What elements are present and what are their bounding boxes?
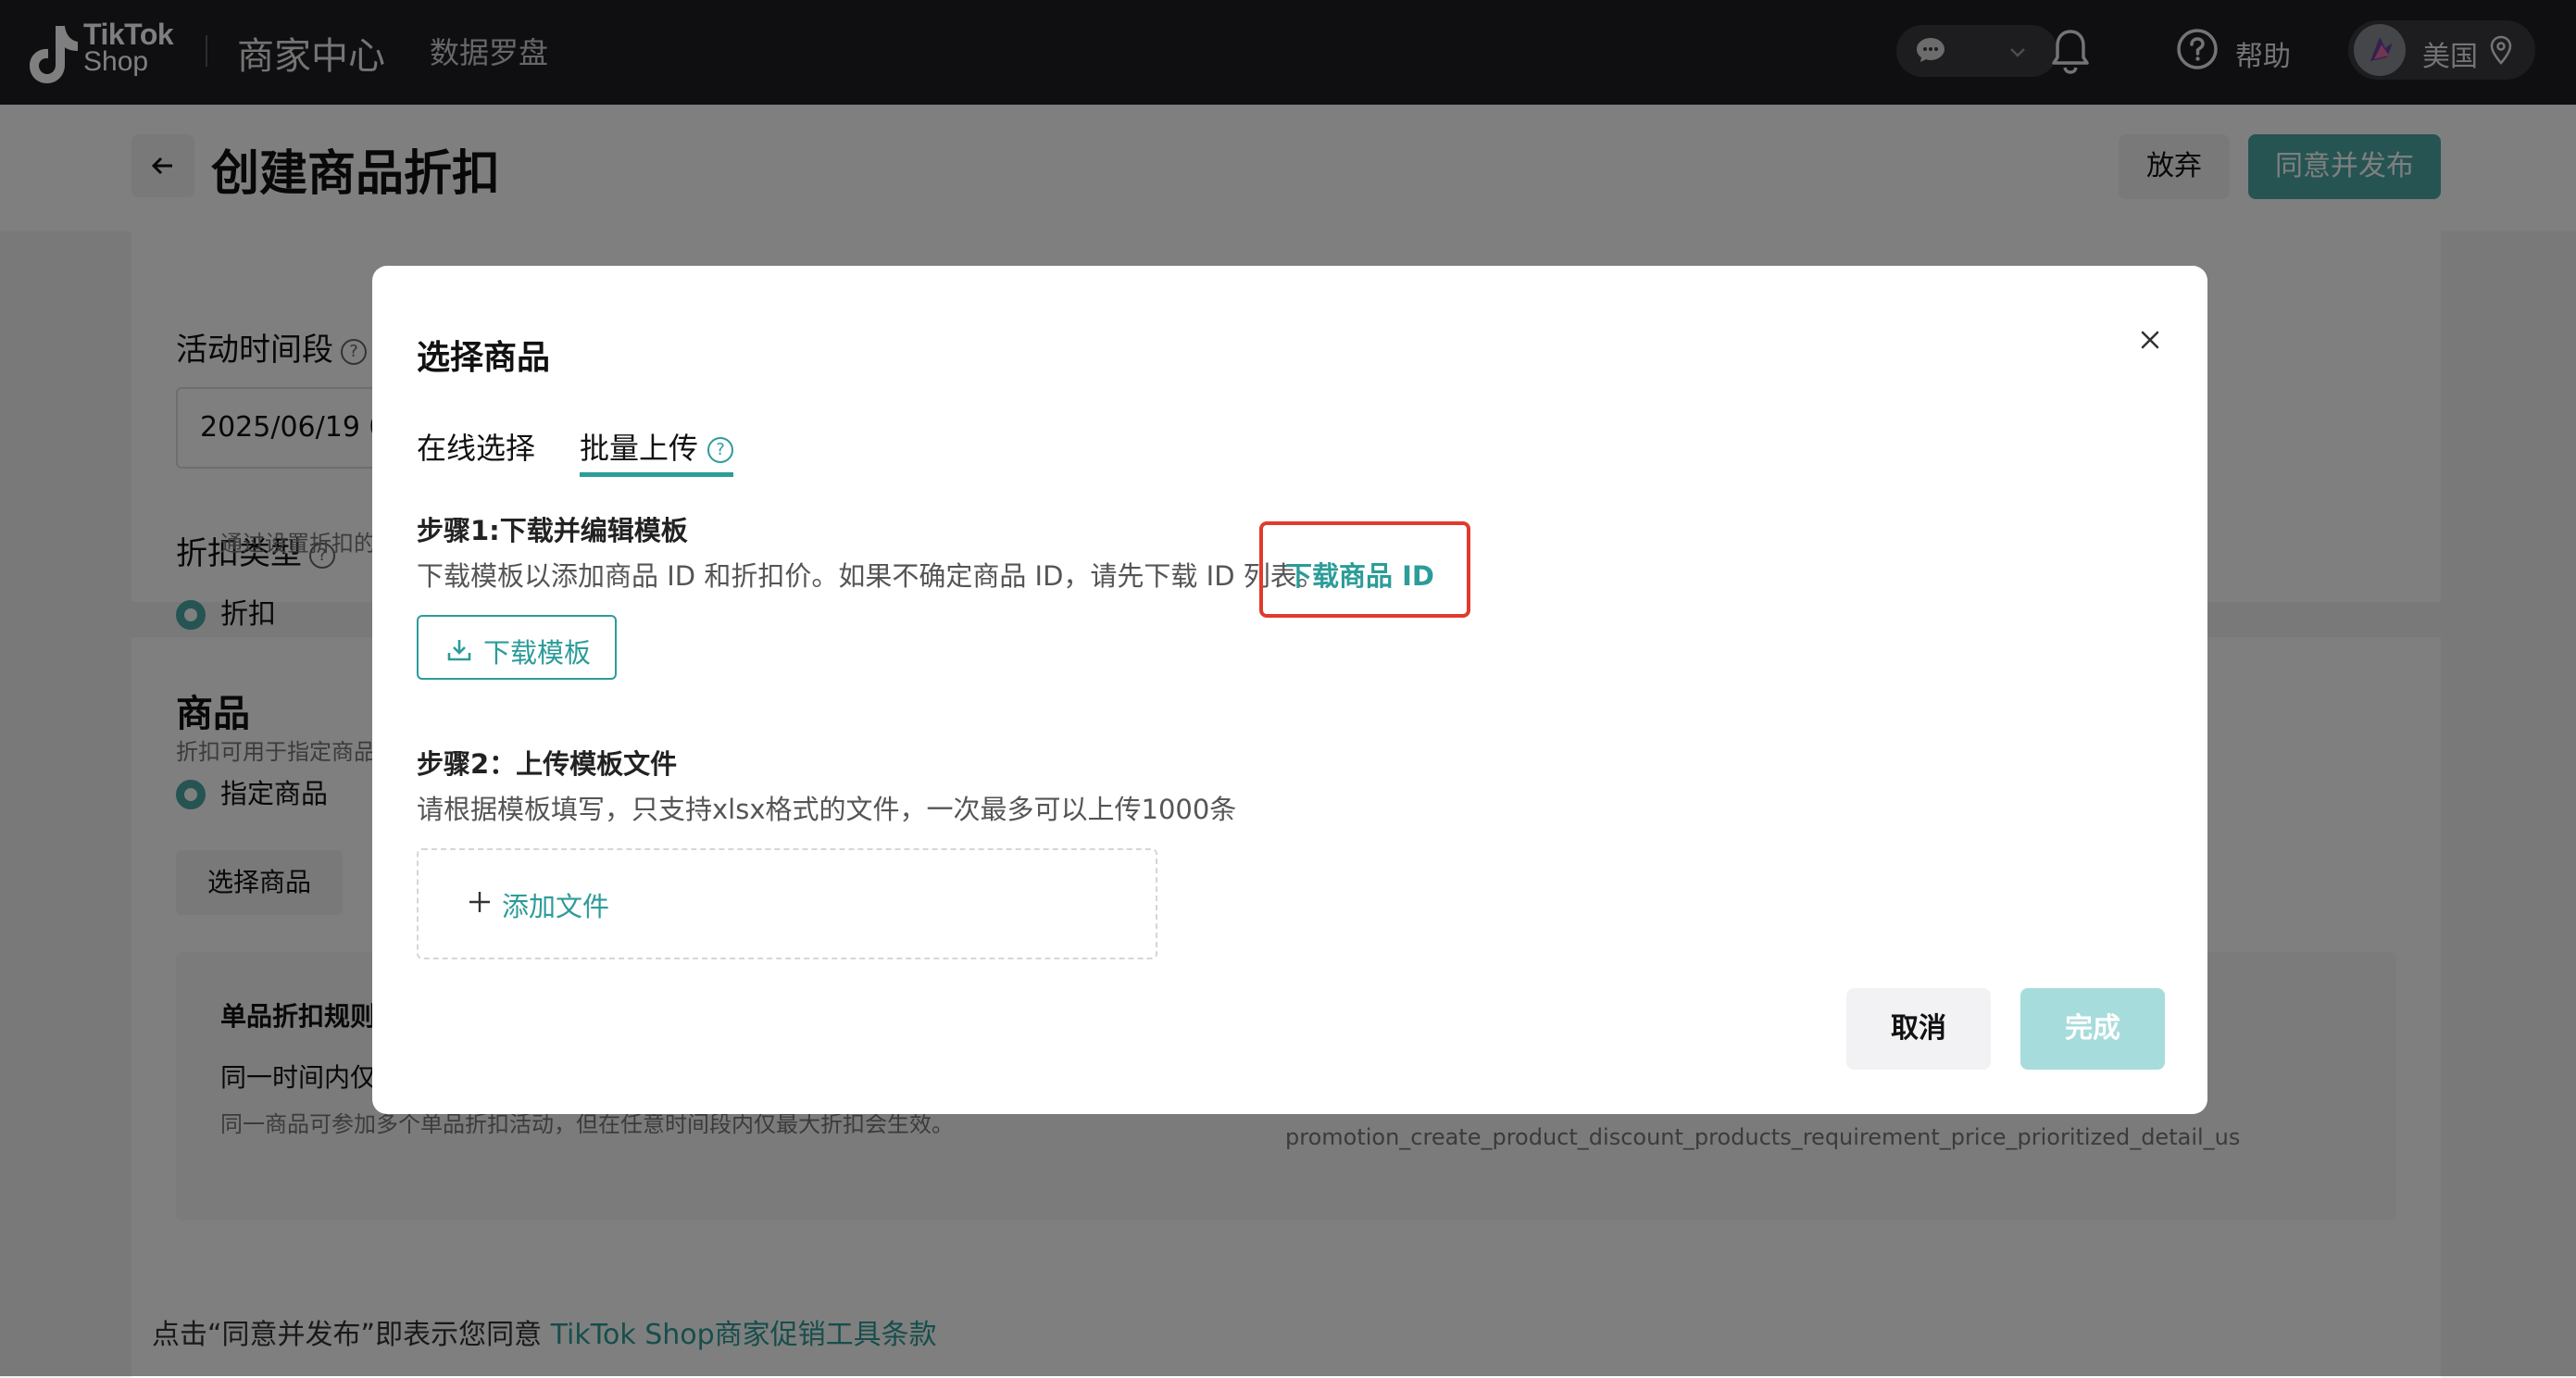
- highlight-box: [1259, 521, 1470, 618]
- tab-batch-upload[interactable]: 批量上传?: [580, 425, 734, 477]
- select-products-modal: 选择商品 在线选择 批量上传? 步骤1:下载并编辑模板 下载模板以添加商品 ID…: [372, 266, 2207, 1114]
- add-file-label: 添加文件: [502, 891, 610, 922]
- step2-desc: 请根据模板填写，只支持xlsx格式的文件，一次最多可以上传1000条: [417, 794, 1237, 825]
- help-icon[interactable]: ?: [707, 437, 734, 463]
- step1-title: 步骤1:下载并编辑模板: [417, 515, 688, 546]
- done-button[interactable]: 完成: [2020, 988, 2165, 1070]
- modal-title: 选择商品: [417, 339, 551, 377]
- plus-icon: [469, 892, 490, 912]
- file-upload-dropzone[interactable]: 添加文件: [417, 848, 1157, 959]
- step2-title: 步骤2：上传模板文件: [417, 748, 678, 780]
- download-template-button[interactable]: 下载模板: [417, 615, 617, 680]
- cancel-button[interactable]: 取消: [1846, 988, 1991, 1070]
- tab-batch-upload-label: 批量上传: [580, 431, 699, 466]
- download-icon: [447, 640, 471, 661]
- step1-desc: 下载模板以添加商品 ID 和折扣价。如果不确定商品 ID，请先下载 ID 列表。: [417, 560, 1324, 592]
- download-template-label: 下载模板: [483, 637, 592, 669]
- close-icon[interactable]: [2137, 327, 2163, 353]
- tab-online-select[interactable]: 在线选择: [417, 425, 535, 477]
